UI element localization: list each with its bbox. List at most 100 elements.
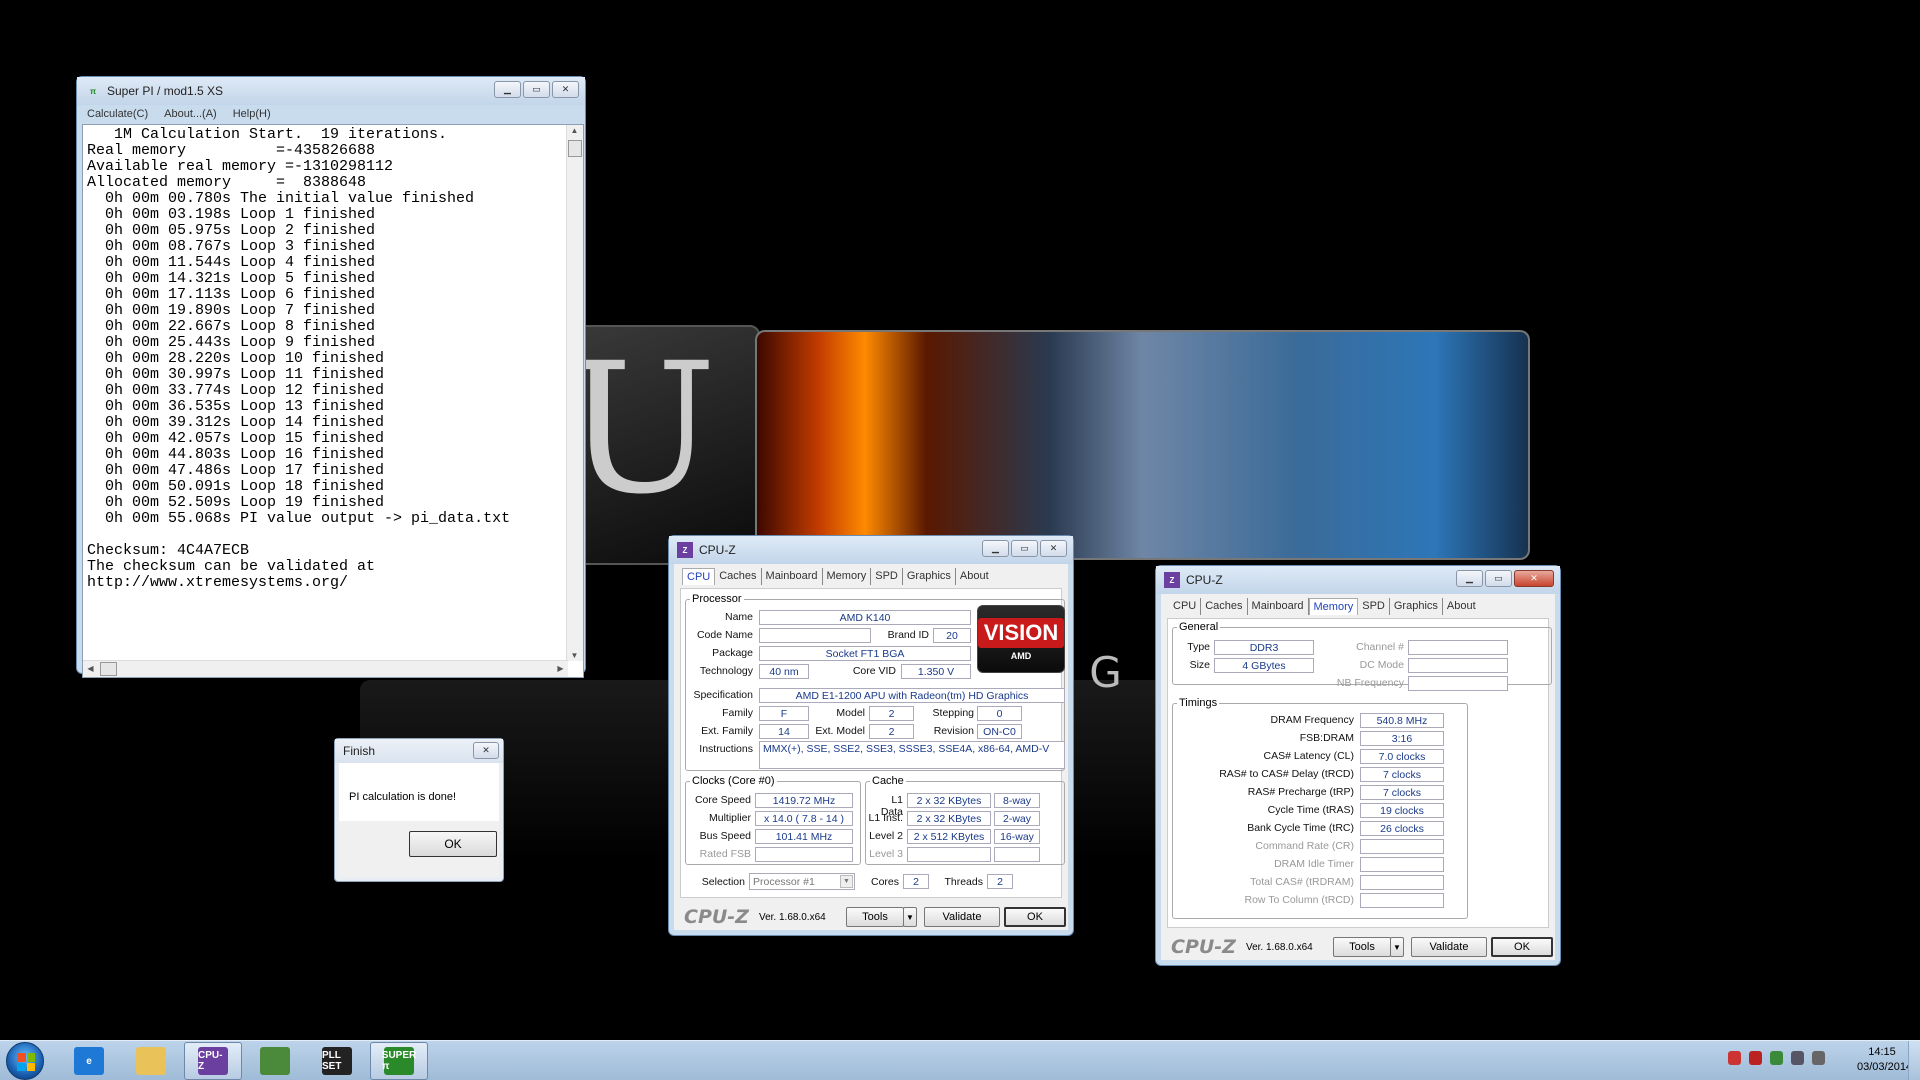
tab-about[interactable]: About (956, 568, 993, 585)
dc-mode-label: DC Mode (1359, 659, 1404, 671)
taskbar-item[interactable] (246, 1042, 304, 1080)
tools-button[interactable]: Tools (1333, 937, 1391, 957)
validate-button[interactable]: Validate (1411, 937, 1487, 957)
timing-value: 7 clocks (1360, 767, 1444, 782)
maximize-button[interactable]: ▭ (1485, 570, 1512, 587)
taskbar-item[interactable]: CPU-Z (184, 1042, 242, 1080)
model-value: 2 (869, 706, 914, 721)
close-button[interactable]: ✕ (1040, 540, 1067, 557)
nb-frequency-label: NB Frequency (1336, 677, 1404, 689)
taskbar-item[interactable]: e (60, 1042, 118, 1080)
output-line: 0h 00m 39.312s Loop 14 finished (87, 414, 385, 431)
minimize-button[interactable]: ▁ (1456, 570, 1483, 587)
taskbar-item[interactable]: SUPER π (370, 1042, 428, 1080)
finish-titlebar[interactable]: Finish ✕ (335, 739, 503, 763)
tab-cpu[interactable]: CPU (1169, 598, 1202, 615)
ext-model-value: 2 (869, 724, 914, 739)
output-line: 0h 00m 55.068s PI value output -> pi_dat… (87, 510, 511, 527)
cpuz-logo: CPU-Z (1171, 936, 1236, 958)
output-line: 0h 00m 08.767s Loop 3 finished (87, 238, 376, 255)
tray-flag-icon[interactable] (1791, 1051, 1804, 1065)
menu-help[interactable]: Help(H) (233, 108, 271, 120)
tab-memory[interactable]: Memory (823, 568, 872, 585)
validate-button[interactable]: Validate (924, 907, 1000, 927)
tray-sound-icon[interactable] (1812, 1051, 1825, 1065)
tab-mainboard[interactable]: Mainboard (1248, 598, 1309, 615)
tab-about[interactable]: About (1443, 598, 1480, 615)
show-desktop-button[interactable] (1908, 1041, 1920, 1080)
scroll-thumb[interactable] (568, 140, 582, 157)
tab-graphics[interactable]: Graphics (1390, 598, 1443, 615)
output-line: 0h 00m 47.486s Loop 17 finished (87, 462, 385, 479)
brand-id-value: 20 (933, 628, 971, 643)
tab-spd[interactable]: SPD (871, 568, 903, 585)
l1-inst-value: 2 x 32 KBytes (907, 811, 991, 826)
tab-graphics[interactable]: Graphics (903, 568, 956, 585)
timing-label: DRAM Idle Timer (1274, 858, 1354, 870)
processor-select[interactable]: Processor #1 ▼ (749, 873, 855, 890)
tab-caches[interactable]: Caches (1201, 598, 1248, 615)
scroll-up-arrow-icon[interactable]: ▲ (567, 126, 582, 135)
taskbar-item[interactable]: PLL SET (308, 1042, 366, 1080)
maximize-button[interactable]: ▭ (523, 81, 550, 98)
chevron-down-icon[interactable]: ▼ (840, 875, 853, 888)
cpuz-titlebar[interactable]: Z CPU-Z ▁ ▭ ✕ (669, 536, 1073, 564)
taskbar-item[interactable] (122, 1042, 180, 1080)
superpi-titlebar[interactable]: π Super PI / mod1.5 XS ▁ ▭ ✕ (77, 77, 585, 105)
tools-button[interactable]: Tools (846, 907, 904, 927)
close-button[interactable]: ✕ (552, 81, 579, 98)
ok-button[interactable]: OK (1491, 937, 1553, 957)
ok-button[interactable]: OK (1004, 907, 1066, 927)
tab-cpu[interactable]: CPU (682, 568, 716, 585)
ok-button[interactable]: OK (409, 831, 497, 857)
tray-network-icon[interactable] (1770, 1051, 1783, 1065)
taskbar: e CPU-Z PLL SET SUPER π 14:15 03/03/2014 (0, 1040, 1920, 1080)
horizontal-scrollbar[interactable]: ◀ ▶ (83, 660, 568, 677)
tab-caches[interactable]: Caches (715, 568, 762, 585)
tools-dropdown-icon[interactable]: ▼ (1390, 937, 1404, 957)
cpuz-body: CPU Caches Mainboard Memory SPD Graphics… (1161, 594, 1555, 960)
minimize-button[interactable]: ▁ (494, 81, 521, 98)
output-line: 0h 00m 25.443s Loop 9 finished (87, 334, 376, 351)
cores-label: Cores (870, 876, 899, 888)
output-line: Allocated memory = 8388648 (87, 174, 367, 191)
close-button[interactable]: ✕ (1514, 570, 1554, 587)
cpuz-tabs: CPU Caches Mainboard Memory SPD Graphics… (1169, 598, 1480, 615)
menu-calculate[interactable]: Calculate(C) (87, 108, 148, 120)
scroll-down-arrow-icon[interactable]: ▼ (567, 651, 582, 660)
tab-spd[interactable]: SPD (1358, 598, 1390, 615)
clock-time: 14:15 (1868, 1046, 1896, 1058)
internet-explorer-icon: e (74, 1047, 104, 1075)
minimize-button[interactable]: ▁ (982, 540, 1009, 557)
code-name-value (759, 628, 871, 643)
rated-fsb-label: Rated FSB (699, 848, 751, 860)
bus-speed-label: Bus Speed (699, 830, 751, 842)
timing-label: DRAM Frequency (1270, 714, 1354, 726)
output-line: The checksum can be validated at (87, 558, 376, 575)
scroll-left-arrow-icon[interactable]: ◀ (83, 664, 98, 673)
hscroll-thumb[interactable] (100, 662, 117, 676)
tab-memory[interactable]: Memory (1308, 598, 1359, 615)
volume-muted-icon[interactable] (1728, 1051, 1741, 1065)
clock[interactable]: 14:15 03/03/2014 (1857, 1045, 1912, 1075)
output-line: 0h 00m 11.544s Loop 4 finished (87, 254, 376, 271)
start-button[interactable] (6, 1042, 44, 1080)
window-title: Super PI / mod1.5 XS (107, 84, 224, 98)
family-label: Family (722, 707, 753, 719)
pllset-icon: PLL SET (322, 1047, 352, 1075)
tab-mainboard[interactable]: Mainboard (762, 568, 823, 585)
tray-app-icon[interactable] (1749, 1051, 1762, 1065)
specification-value: AMD E1-1200 APU with Radeon(tm) HD Graph… (759, 688, 1065, 703)
cpuz-titlebar[interactable]: Z CPU-Z ▁ ▭ ✕ (1156, 566, 1560, 594)
level3-way (994, 847, 1040, 862)
size-label: Size (1189, 659, 1210, 671)
superpi-output-area[interactable]: 1M Calculation Start. 19 iterations. Real… (82, 124, 584, 678)
maximize-button[interactable]: ▭ (1011, 540, 1038, 557)
menu-about[interactable]: About...(A) (164, 108, 217, 120)
scroll-right-arrow-icon[interactable]: ▶ (553, 664, 568, 673)
timing-value (1360, 893, 1444, 908)
tools-dropdown-icon[interactable]: ▼ (903, 907, 917, 927)
output-line: Checksum: 4C4A7ECB (87, 542, 250, 559)
close-button[interactable]: ✕ (473, 742, 499, 759)
vertical-scrollbar[interactable]: ▲ ▼ (566, 125, 583, 661)
